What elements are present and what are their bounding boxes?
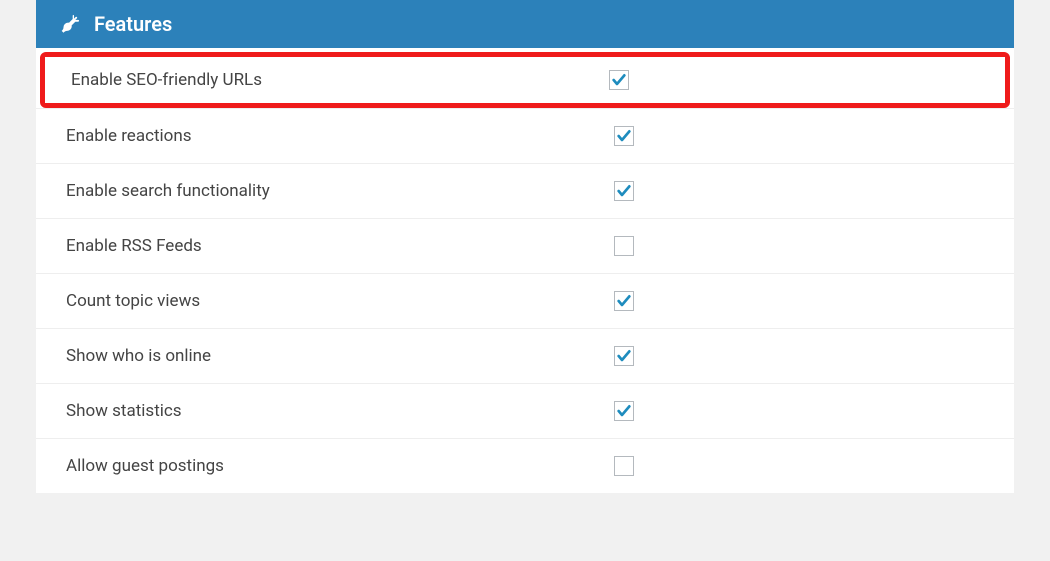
feature-label: Enable SEO-friendly URLs xyxy=(71,70,609,90)
feature-checkbox[interactable] xyxy=(609,70,629,90)
feature-label: Enable RSS Feeds xyxy=(66,236,614,256)
feature-row: Show statistics xyxy=(36,384,1014,439)
feature-checkbox[interactable] xyxy=(614,291,634,311)
feature-row: Enable search functionality xyxy=(36,164,1014,219)
panel-title: Features xyxy=(94,12,172,36)
feature-label: Enable reactions xyxy=(66,126,614,146)
feature-checkbox[interactable] xyxy=(614,181,634,201)
feature-label: Show statistics xyxy=(66,401,614,421)
feature-checkbox[interactable] xyxy=(614,401,634,421)
feature-label: Enable search functionality xyxy=(66,181,614,201)
feature-label: Count topic views xyxy=(66,291,614,311)
feature-checkbox[interactable] xyxy=(614,126,634,146)
feature-rows: Enable reactions Enable search functiona… xyxy=(36,108,1014,493)
feature-checkbox[interactable] xyxy=(614,346,634,366)
feature-checkbox[interactable] xyxy=(614,456,634,476)
feature-row: Show who is online xyxy=(36,329,1014,384)
feature-checkbox[interactable] xyxy=(614,236,634,256)
plug-icon xyxy=(58,13,80,35)
feature-row: Enable reactions xyxy=(36,108,1014,164)
feature-row: Allow guest postings xyxy=(36,439,1014,493)
features-panel: Features Enable SEO-friendly URLs Enable… xyxy=(36,0,1014,493)
panel-header: Features xyxy=(36,0,1014,48)
feature-row: Enable SEO-friendly URLs xyxy=(45,57,1005,103)
feature-row: Count topic views xyxy=(36,274,1014,329)
feature-label: Show who is online xyxy=(66,346,614,366)
feature-row: Enable RSS Feeds xyxy=(36,219,1014,274)
feature-label: Allow guest postings xyxy=(66,456,614,476)
highlighted-row-wrapper: Enable SEO-friendly URLs xyxy=(40,52,1010,108)
